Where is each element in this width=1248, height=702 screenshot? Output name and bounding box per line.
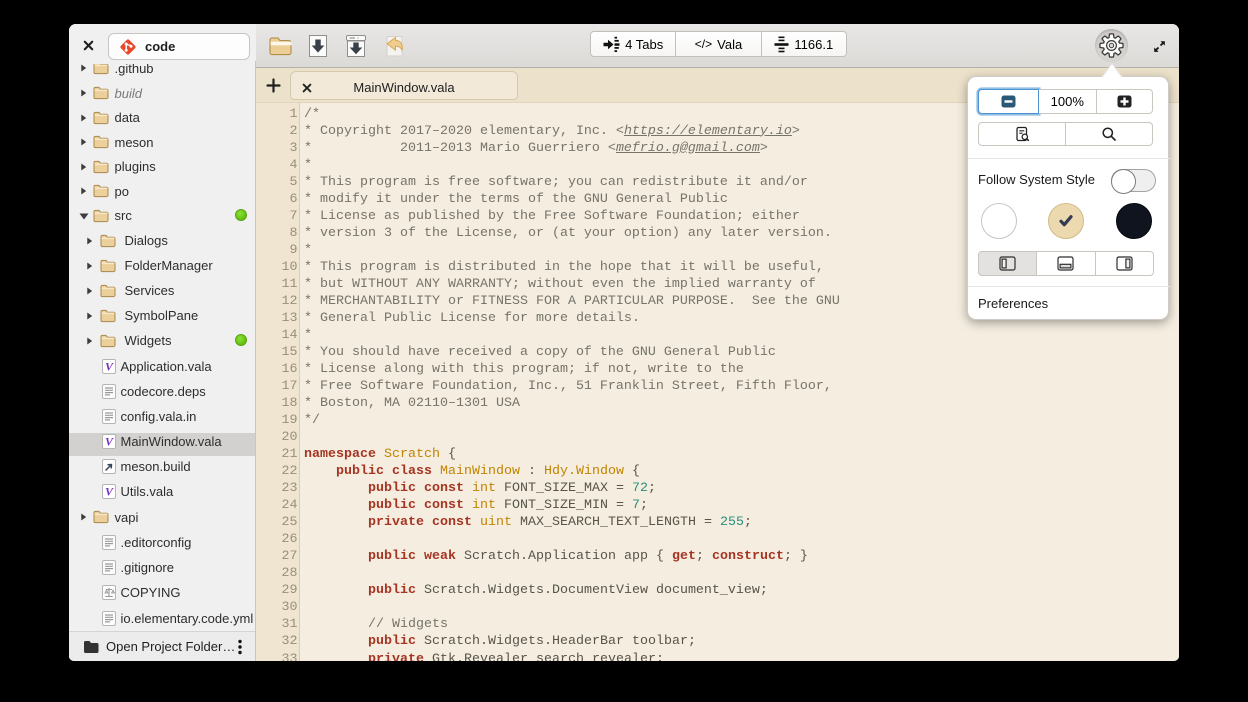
- svg-text:V: V: [105, 359, 114, 373]
- svg-text:V: V: [105, 485, 114, 499]
- svg-text:V: V: [105, 435, 114, 449]
